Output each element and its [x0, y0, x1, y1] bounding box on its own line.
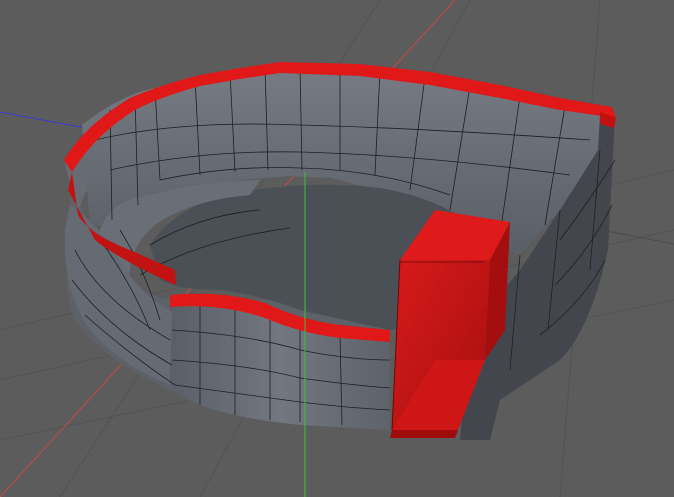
viewport-canvas[interactable] — [0, 0, 674, 497]
bowl-model[interactable] — [64, 62, 616, 440]
3d-viewport[interactable] — [0, 0, 674, 497]
